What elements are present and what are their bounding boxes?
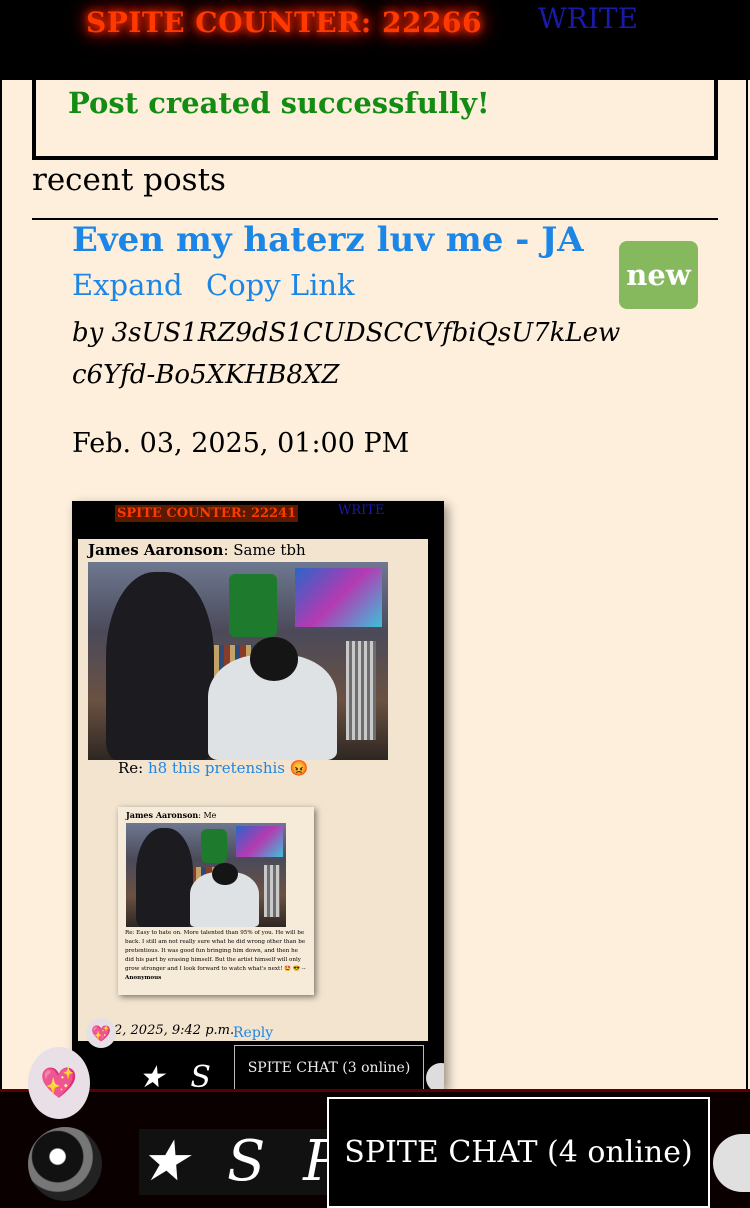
nested-signature: Anonymous [125,975,162,981]
embedded-comment: James Aaronson: Same tbh [88,541,306,559]
embedded-chat-button: SPITE CHAT (3 online) [234,1045,424,1089]
nested-screenshot: James Aaronson: Me Re: Easy to hate on. … [118,807,314,995]
embedded-comment-author: James Aaronson [88,541,224,559]
angry-emoji-icon: 😡 [289,759,309,777]
avatar[interactable] [28,1127,102,1201]
heart-emoji-icon[interactable]: 💖 [28,1047,90,1119]
post-image[interactable]: SPITE COUNTER: 22241 WRITE James Aaronso… [72,501,444,1089]
new-badge: new [619,241,698,309]
footer-border [0,1089,750,1092]
expand-link[interactable]: Expand [72,268,183,302]
embedded-top-bar: SPITE COUNTER: 22241 WRITE [72,501,444,539]
embedded-heart-icon: 💖 [86,1018,116,1048]
embedded-reply-line: Re: h8 this pretenshis 😡 [118,759,308,777]
nested-body-text: Re: Easy to hate on. More talented than … [125,930,306,972]
embedded-write-link: WRITE [338,503,385,518]
flash-message: Post created successfully! [68,86,490,120]
flash-message-box: Post created successfully! [32,80,718,160]
write-link[interactable]: WRITE [538,2,638,35]
nested-comment-text: : Me [198,811,217,820]
embedded-date: 2, 2025, 9:42 p.m. [114,1023,235,1038]
section-heading: recent posts [32,162,226,198]
nested-photo [126,823,286,927]
embedded-photo [88,562,388,760]
embedded-reply-link: h8 this pretenshis [148,759,285,777]
post-author: by 3sUS1RZ9dS1CUDSCCVfbiQsU7kLewc6Yfd-Bo… [72,318,621,390]
spite-counter: SPITE COUNTER: 22266 [86,6,482,39]
embedded-reply-link-2: Reply [233,1025,274,1041]
top-nav-bar: SPITE COUNTER: 22266 WRITE [0,0,750,80]
spite-banner[interactable]: ★ S P G [139,1129,359,1195]
post-title[interactable]: Even my haterz luv me - JA [72,220,584,260]
spite-chat-button[interactable]: SPITE CHAT (4 online) [327,1097,710,1208]
embedded-comment-text: : Same tbh [223,541,306,559]
post-date: Feb. 03, 2025, 01:00 PM [72,428,410,459]
nested-comment-body: Re: Easy to hate on. More talented than … [125,929,307,983]
nested-comment-author: James Aaronson [126,810,199,820]
nested-comment: James Aaronson: Me [126,810,216,820]
embedded-spite-counter: SPITE COUNTER: 22241 [115,505,299,522]
copy-link[interactable]: Copy Link [206,268,355,302]
embedded-reply-prefix: Re: [118,759,148,777]
